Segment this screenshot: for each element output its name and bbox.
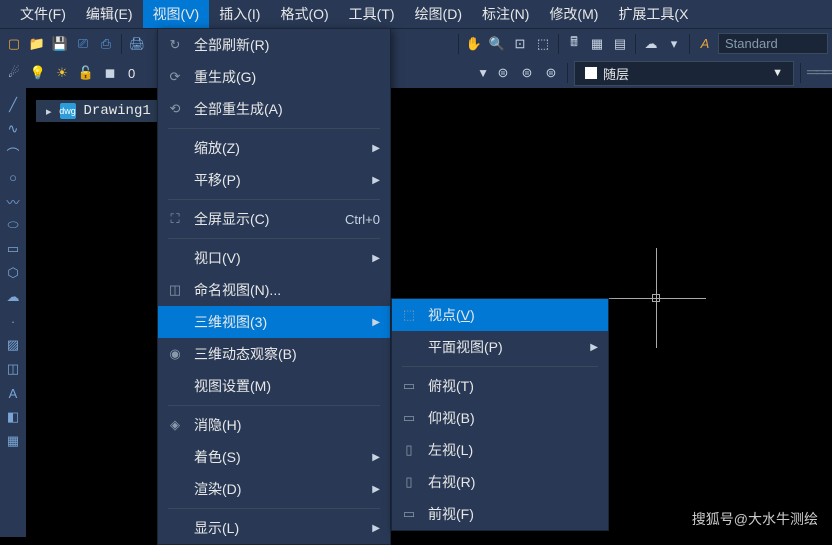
- block-icon[interactable]: ◧: [4, 408, 22, 426]
- calc-icon[interactable]: 🖩: [564, 34, 584, 54]
- menu-item[interactable]: ↻全部刷新(R): [158, 29, 390, 61]
- layer-name: 随层: [603, 64, 629, 83]
- lock-icon[interactable]: 🔓: [76, 63, 96, 83]
- drop-icon[interactable]: ▾: [664, 34, 684, 54]
- 3dview-submenu: ⬚视点(V)平面视图(P)▶ ▭俯视(T)▭仰视(B)▯左视(L)▯右视(R)▭前…: [391, 298, 609, 531]
- open-icon[interactable]: 📁: [27, 34, 47, 54]
- textstyle-icon[interactable]: A: [695, 34, 715, 54]
- plot-icon[interactable]: ⎙: [96, 34, 116, 54]
- rect-icon[interactable]: ▭: [4, 240, 22, 258]
- color-swatch: [585, 67, 597, 79]
- hatch-icon[interactable]: ▨: [4, 336, 22, 354]
- menu-item[interactable]: 平移(P)▶: [158, 164, 390, 196]
- lm2-icon[interactable]: ⊜: [517, 63, 537, 83]
- menu-9[interactable]: 扩展工具(X: [608, 0, 698, 28]
- bulb-icon[interactable]: 💡: [28, 63, 48, 83]
- new-icon[interactable]: ▢: [4, 34, 24, 54]
- menu-6[interactable]: 绘图(D): [405, 0, 472, 28]
- dwg-icon: dwg: [60, 103, 76, 119]
- menu-item[interactable]: 显示(L)▶: [158, 512, 390, 544]
- menu-item[interactable]: 视图设置(M): [158, 370, 390, 402]
- menu-4[interactable]: 格式(O): [270, 0, 338, 28]
- cloud-icon[interactable]: ☁: [4, 288, 22, 306]
- menu-item[interactable]: ▯左视(L): [392, 434, 608, 466]
- polygon-icon[interactable]: ⬡: [4, 264, 22, 282]
- cloud-icon[interactable]: ☁: [641, 34, 661, 54]
- menu-item[interactable]: 缩放(Z)▶: [158, 132, 390, 164]
- toolbar-main: ▢ 📁 💾 ⎚ ⎙ 🖨 ✋ 🔍 ⊡ ⬚ 🖩 ▦ ▤ ☁ ▾ A Standard: [0, 28, 832, 58]
- saveall-icon[interactable]: ⎚: [73, 34, 93, 54]
- menu-item[interactable]: ⛶全屏显示(C)Ctrl+0: [158, 203, 390, 235]
- menu-0[interactable]: 文件(F): [10, 0, 76, 28]
- drawing-tab[interactable]: ▸ dwg Drawing1: [36, 100, 161, 122]
- menu-item[interactable]: ⟲全部重生成(A): [158, 93, 390, 125]
- layer-select[interactable]: 随层 ▼: [574, 61, 794, 86]
- menu-3[interactable]: 插入(I): [209, 0, 270, 28]
- watermark: 搜狐号@大水牛测绘: [692, 509, 818, 529]
- color-icon[interactable]: ◼: [100, 63, 120, 83]
- text-icon[interactable]: A: [4, 384, 22, 402]
- save-icon[interactable]: 💾: [50, 34, 70, 54]
- table-icon[interactable]: ▦: [4, 432, 22, 450]
- tool-sidebar: ╱ ∿ ⌒ ○ 〰 ⬭ ▭ ⬡ ☁ · ▨ ◫ A ◧ ▦: [0, 88, 26, 537]
- menu-item[interactable]: 三维视图(3)▶: [158, 306, 390, 338]
- pline-icon[interactable]: ∿: [4, 120, 22, 138]
- menu-item[interactable]: ▭仰视(B): [392, 402, 608, 434]
- menu-item[interactable]: ▭前视(F): [392, 498, 608, 530]
- menu-item[interactable]: 平面视图(P)▶: [392, 331, 608, 363]
- menu-item[interactable]: ⬚视点(V): [392, 299, 608, 331]
- menu-item[interactable]: ◈消隐(H): [158, 409, 390, 441]
- ellipse-icon[interactable]: ⬭: [4, 216, 22, 234]
- style-input[interactable]: Standard: [718, 33, 828, 54]
- zoomwin-icon[interactable]: ⊡: [510, 34, 530, 54]
- lineweight-icon[interactable]: ═══: [807, 64, 832, 82]
- point-icon[interactable]: ·: [4, 312, 22, 330]
- view-dropdown: ↻全部刷新(R)⟳重生成(G)⟲全部重生成(A) 缩放(Z)▶平移(P)▶ ⛶全屏显…: [157, 28, 391, 545]
- drop-arrow[interactable]: ▼: [477, 66, 489, 80]
- menu-item[interactable]: 着色(S)▶: [158, 441, 390, 473]
- print-icon[interactable]: 🖨: [127, 34, 147, 54]
- menu-item[interactable]: 渲染(D)▶: [158, 473, 390, 505]
- layer-icon[interactable]: ☄: [4, 63, 24, 83]
- grid-icon[interactable]: ▦: [587, 34, 607, 54]
- layer-zero: 0: [128, 66, 135, 81]
- sun-icon[interactable]: ☀: [52, 63, 72, 83]
- menu-item[interactable]: ▭俯视(T): [392, 370, 608, 402]
- menu-item[interactable]: ⟳重生成(G): [158, 61, 390, 93]
- menu-2[interactable]: 视图(V): [143, 0, 210, 28]
- line-icon[interactable]: ╱: [4, 96, 22, 114]
- menu-5[interactable]: 工具(T): [339, 0, 405, 28]
- menu-7[interactable]: 标注(N): [472, 0, 539, 28]
- menu-1[interactable]: 编辑(E): [76, 0, 143, 28]
- menubar: 文件(F)编辑(E)视图(V)插入(I)格式(O)工具(T)绘图(D)标注(N)…: [0, 0, 832, 28]
- menu-8[interactable]: 修改(M): [539, 0, 608, 28]
- toolbar-layer: ☄ 💡 ☀ 🔓 ◼ 0 ▼ ⊜ ⊜ ⊜ 随层 ▼ ═══: [0, 58, 832, 88]
- menu-item[interactable]: ▯右视(R): [392, 466, 608, 498]
- lm3-icon[interactable]: ⊜: [541, 63, 561, 83]
- menu-item[interactable]: ◫命名视图(N)...: [158, 274, 390, 306]
- menu-item[interactable]: ◉三维动态观察(B): [158, 338, 390, 370]
- spline-icon[interactable]: 〰: [4, 192, 22, 210]
- region-icon[interactable]: ◫: [4, 360, 22, 378]
- tab-label: Drawing1: [84, 103, 151, 119]
- lm1-icon[interactable]: ⊜: [493, 63, 513, 83]
- pan-icon[interactable]: ✋: [464, 34, 484, 54]
- zoom-icon[interactable]: 🔍: [487, 34, 507, 54]
- zoomext-icon[interactable]: ⬚: [533, 34, 553, 54]
- tab-caret: ▸: [46, 105, 52, 118]
- circle-icon[interactable]: ○: [4, 168, 22, 186]
- arc-icon[interactable]: ⌒: [4, 144, 22, 162]
- prop-icon[interactable]: ▤: [610, 34, 630, 54]
- menu-item[interactable]: 视口(V)▶: [158, 242, 390, 274]
